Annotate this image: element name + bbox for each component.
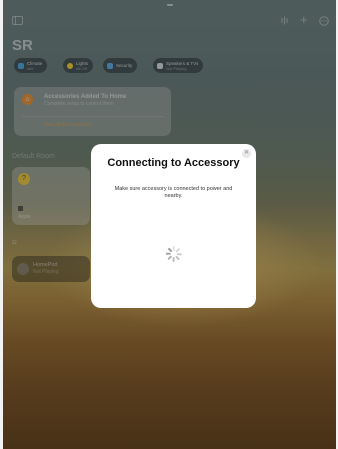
spinner-spoke <box>177 253 182 255</box>
spinner-icon <box>165 246 182 262</box>
spinner-spoke <box>167 247 172 253</box>
spinner-spoke <box>175 247 181 253</box>
dialog-title: Connecting to Accessory <box>107 157 240 169</box>
spinner-spoke <box>167 255 172 261</box>
spinner-spoke <box>165 253 171 255</box>
spinner-spoke <box>173 257 175 262</box>
app-frame: + SR Climate Idle Lights All Off Security … <box>3 0 336 449</box>
spinner-spoke <box>173 246 175 251</box>
connecting-dialog: ✕ Connecting to Accessory Make sure acce… <box>91 144 256 308</box>
dialog-message: Make sure accessory is connected to powe… <box>114 186 233 199</box>
spinner-spoke <box>175 255 181 261</box>
